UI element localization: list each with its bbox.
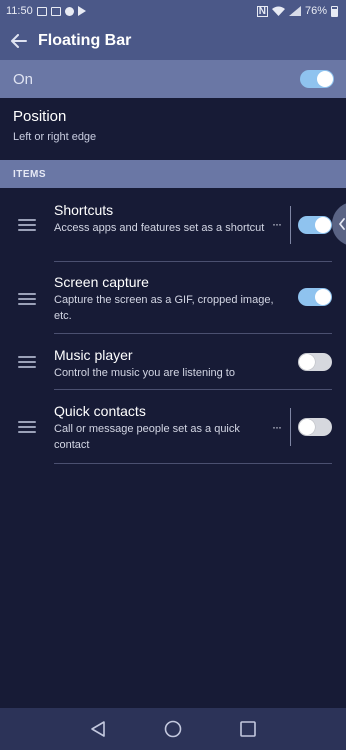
status-time: 11:50 — [6, 5, 33, 17]
drag-handle-icon[interactable] — [18, 421, 36, 436]
row-divider — [54, 463, 332, 464]
battery-percent: 76% — [304, 5, 327, 17]
navigation-bar — [0, 708, 346, 750]
page-title: Floating Bar — [38, 32, 132, 49]
battery-icon — [331, 5, 338, 17]
position-title: Position — [13, 108, 67, 125]
item-row-screen-capture[interactable]: Screen capture Capture the screen as a G… — [0, 262, 346, 334]
item-row-music-player[interactable]: Music player Control the music you are l… — [0, 334, 346, 390]
drag-handle-icon[interactable] — [18, 293, 36, 308]
item-title: Shortcuts — [54, 202, 114, 218]
item-description: Access apps and features set as a shortc… — [54, 222, 265, 234]
item-toggle-switch[interactable] — [298, 353, 332, 371]
toggle-knob — [317, 71, 333, 87]
position-setting[interactable]: Position Left or right edge — [13, 108, 333, 143]
item-row-shortcuts[interactable]: Shortcuts Access apps and features set a… — [0, 188, 346, 262]
item-description: Control the music you are listening to — [54, 367, 235, 379]
item-title: Screen capture — [54, 274, 149, 290]
position-subtitle: Left or right edge — [13, 131, 97, 143]
item-title: Quick contacts — [54, 403, 146, 419]
master-toggle-switch[interactable] — [300, 70, 334, 88]
toggle-knob — [315, 217, 331, 233]
item-toggle-switch[interactable] — [298, 288, 332, 306]
vertical-divider — [290, 408, 291, 446]
item-title: Music player — [54, 347, 133, 363]
home-circle-icon[interactable] — [164, 720, 182, 738]
item-toggle-switch[interactable] — [298, 418, 332, 436]
item-description: Call or message people set as a quick co… — [54, 423, 240, 451]
items-section-header: ITEMS — [0, 160, 346, 188]
item-toggle-switch[interactable] — [298, 216, 332, 234]
status-bar: 11:50 N 76% — [0, 0, 346, 22]
signal-icon — [288, 6, 301, 16]
play-icon — [77, 6, 86, 16]
item-description: Capture the screen as a GIF, cropped ima… — [54, 294, 274, 322]
more-options-icon[interactable]: ··· — [272, 217, 282, 231]
item-row-quick-contacts[interactable]: Quick contacts Call or message people se… — [0, 390, 346, 464]
back-arrow-icon[interactable] — [0, 22, 38, 60]
chevron-left-icon — [339, 218, 345, 230]
toggle-knob — [315, 289, 331, 305]
app-bar: Floating Bar — [0, 22, 346, 60]
gmail-icon — [36, 6, 47, 16]
master-toggle-label: On — [13, 70, 34, 88]
nfc-icon: N — [256, 5, 268, 17]
circle-icon — [64, 6, 74, 16]
status-left: 11:50 — [6, 5, 86, 17]
drag-handle-icon[interactable] — [18, 356, 36, 371]
wifi-icon — [271, 6, 285, 16]
image-icon — [50, 6, 61, 16]
master-toggle-row[interactable]: On — [0, 60, 346, 98]
drag-handle-icon[interactable] — [18, 219, 36, 234]
back-triangle-icon[interactable] — [89, 720, 107, 738]
more-options-icon[interactable]: ··· — [272, 420, 282, 434]
recents-square-icon[interactable] — [239, 720, 257, 738]
toggle-knob — [299, 354, 315, 370]
vertical-divider — [290, 206, 291, 244]
status-right: N 76% — [256, 5, 338, 17]
toggle-knob — [299, 419, 315, 435]
